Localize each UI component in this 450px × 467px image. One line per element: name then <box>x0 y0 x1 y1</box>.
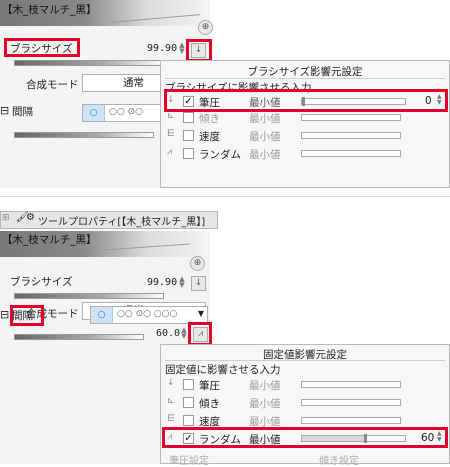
bottom-pressure-settings-footer[interactable]: 筆圧設定 <box>169 452 209 467</box>
top-brush-size-value[interactable]: 99.90 <box>147 43 177 54</box>
bottom-tilt-settings-footer[interactable]: 傾き設定 <box>319 452 359 467</box>
bottom-velocity-min-slider[interactable] <box>301 417 401 424</box>
bottom-tilt-label: 傾き <box>199 398 220 410</box>
top-velocity-checkbox[interactable] <box>183 130 194 141</box>
top-blend-mode-value: 通常 <box>123 77 144 89</box>
top-tilt-min-label: 最小値 <box>249 113 281 125</box>
top-popup-title: ブラシサイズ影響元設定 <box>247 66 363 78</box>
top-zoom-icon[interactable]: ⊕ <box>198 20 213 35</box>
bottom-settings-icon[interactable]: ⚙ <box>26 212 35 223</box>
bottom-panel-menu-icon[interactable]: ⊞ <box>2 213 10 223</box>
top-pressure-row-highlight <box>164 89 448 112</box>
top-tilt-min-slider[interactable] <box>301 114 401 121</box>
bottom-tilt-min-slider[interactable] <box>301 399 401 406</box>
bottom-spacing-dropdown-icon[interactable]: ▼ <box>198 309 204 318</box>
bottom-spacing-toggle-icon[interactable]: ⊟ <box>0 308 9 321</box>
top-random-checkbox[interactable] <box>183 148 194 159</box>
top-popup-row-random[interactable]: ⩘ ランダム 最小値 <box>161 146 449 162</box>
top-spacing-toggle-icon[interactable]: ⊟ <box>0 104 9 117</box>
top-popup-divider <box>165 78 445 79</box>
bottom-spacing-slider[interactable] <box>14 334 144 340</box>
top-velocity-label: 速度 <box>199 131 220 143</box>
top-brush-size-highlight <box>4 38 80 57</box>
bottom-random-row-highlight <box>162 427 448 448</box>
bottom-spacing-seg-selected[interactable]: ○ <box>91 307 113 323</box>
top-random-min-label: 最小値 <box>249 149 281 161</box>
top-brush-size-influence-popup: ブラシサイズ影響元設定 ブラシサイズに影響させる入力 ↓ ✓ 筆圧 最小値 0 … <box>160 60 450 188</box>
bottom-brush-size-label: ブラシサイズ <box>10 276 73 288</box>
random-icon: ⩘ <box>167 147 173 157</box>
bottom-pressure-min-label: 最小値 <box>249 380 281 392</box>
top-random-min-slider[interactable] <box>301 150 401 157</box>
top-random-label: ランダム <box>199 149 241 161</box>
bottom-zoom-icon[interactable]: ⊕ <box>190 256 205 271</box>
bottom-spacing-spinner-icon[interactable]: ▲ ▼ <box>180 327 188 340</box>
bottom-spacing-value[interactable]: 60.0 <box>156 328 180 339</box>
bottom-brush-size-spinner-icon[interactable]: ▲ ▼ <box>178 276 186 289</box>
pressure-icon: ↓ <box>167 378 175 388</box>
bottom-popup-row-tilt[interactable]: ⊾ 傾き 最小値 <box>161 395 449 411</box>
bottom-random-button-highlight <box>188 322 212 346</box>
top-spacing-seg-selected[interactable]: ○ <box>83 105 105 121</box>
bottom-pressure-settings-icon[interactable]: ↓ <box>191 276 206 291</box>
screenshot-separator <box>0 196 450 197</box>
top-blend-mode-label: 合成モード <box>26 79 79 91</box>
top-tilt-label: 傾き <box>199 113 220 125</box>
bottom-tilt-min-label: 最小値 <box>249 398 281 410</box>
top-spacing-label: 間隔 <box>12 106 33 118</box>
top-popup-row-velocity[interactable]: ⋿ 速度 最小値 <box>161 128 449 144</box>
top-spacing-seg-others[interactable]: ○○ ⊙○ <box>109 107 143 117</box>
tilt-icon: ⊾ <box>167 396 175 406</box>
velocity-icon: ⋿ <box>167 414 175 424</box>
bottom-pressure-label: 筆圧 <box>199 380 220 392</box>
bottom-popup-divider <box>165 360 445 361</box>
top-tilt-checkbox[interactable] <box>183 112 194 123</box>
top-velocity-min-label: 最小値 <box>249 131 281 143</box>
bottom-brush-size-slider[interactable] <box>14 293 164 299</box>
bottom-brush-name: 【木_枝マルチ_黒】 <box>2 234 97 246</box>
bottom-pressure-min-slider[interactable] <box>301 381 401 388</box>
bottom-velocity-checkbox[interactable] <box>183 415 194 426</box>
bottom-popup-subtitle: 固定値に影響させる入力 <box>165 364 281 376</box>
top-brush-name: 【木_枝マルチ_黒】 <box>2 4 97 16</box>
bottom-popup-row-pressure[interactable]: ↓ 筆圧 最小値 <box>161 377 449 393</box>
top-velocity-min-slider[interactable] <box>301 132 401 139</box>
bottom-pressure-checkbox[interactable] <box>183 379 194 390</box>
bottom-window-title: ツールプロパティ[【木_枝マルチ_黒】] <box>38 217 206 228</box>
bottom-tilt-checkbox[interactable] <box>183 397 194 408</box>
bottom-spacing-label-highlight <box>10 305 44 326</box>
top-pressure-button-highlight <box>186 39 212 62</box>
bottom-brush-size-value[interactable]: 99.90 <box>147 277 177 288</box>
top-spacing-slider[interactable] <box>14 132 154 138</box>
tilt-icon: ⊾ <box>167 111 175 121</box>
top-brush-size-spinner-icon[interactable]: ▲ ▼ <box>178 42 186 55</box>
top-popup-row-tilt[interactable]: ⊾ 傾き 最小値 <box>161 110 449 126</box>
velocity-icon: ⋿ <box>167 129 175 139</box>
bottom-spacing-seg-others[interactable]: ○○ ⊙○ ○○○ <box>117 309 177 319</box>
top-brush-size-slider[interactable] <box>14 60 164 66</box>
